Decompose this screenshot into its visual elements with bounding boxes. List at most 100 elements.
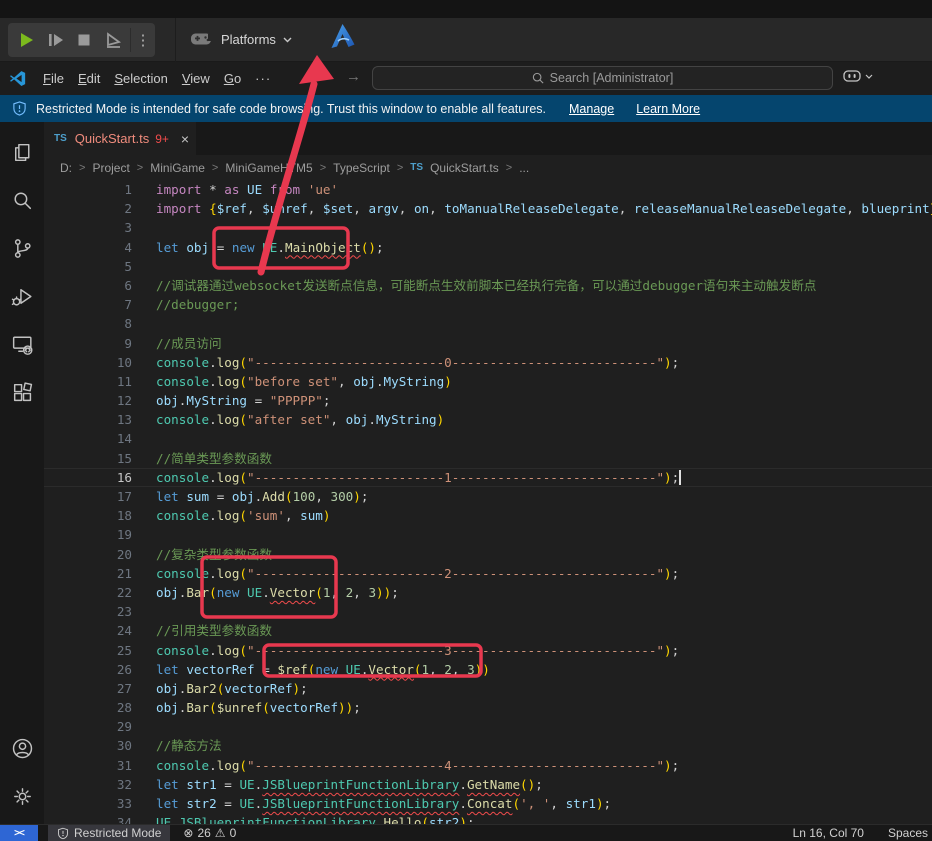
platforms-dropdown[interactable]: Platforms (190, 32, 292, 47)
code-line-30[interactable]: 30//静态方法 (44, 736, 932, 755)
menu-selection[interactable]: Selection (107, 68, 174, 89)
run-debug-icon[interactable] (0, 272, 44, 320)
code-line-12[interactable]: 12obj.MyString = "PPPPP"; (44, 391, 932, 410)
accounts-icon[interactable] (0, 724, 44, 772)
blue-a-app-logo-icon[interactable] (328, 21, 358, 58)
editor-zone: TS QuickStart.ts 9+ × D: > Project > MiniGam… (44, 122, 932, 824)
code-line-19[interactable]: 19 (44, 525, 932, 544)
tab-problems-badge: 9+ (155, 132, 169, 146)
restricted-mode-status[interactable]: Restricted Mode (48, 825, 170, 841)
code-line-5[interactable]: 5 (44, 257, 932, 276)
code-line-24[interactable]: 24//引用类型参数函数 (44, 621, 932, 640)
line-number: 17 (44, 487, 132, 506)
breadcrumb-item-quickstartts[interactable]: TSQuickStart.ts (410, 161, 498, 175)
play-icon (16, 30, 36, 50)
breadcrumb-item-[interactable]: ... (519, 161, 529, 175)
breadcrumb-item-d[interactable]: D: (60, 161, 72, 175)
code-line-8[interactable]: 8 (44, 314, 932, 333)
line-content: obj.Bar(new UE.Vector(1, 2, 3)); (132, 583, 399, 602)
play-button[interactable] (11, 25, 40, 55)
source-control-icon[interactable] (0, 224, 44, 272)
extensions-icon[interactable] (0, 368, 44, 416)
code-line-13[interactable]: 13console.log("after set", obj.MyString) (44, 410, 932, 429)
problems-status[interactable]: ⊗ 26 ⚠ 0 (174, 825, 245, 841)
remote-explorer-icon[interactable] (0, 320, 44, 368)
search-icon[interactable] (0, 176, 44, 224)
breadcrumb-separator: > (212, 162, 218, 174)
menu-more-button[interactable]: ··· (248, 68, 278, 89)
breadcrumb-item-minigame[interactable]: MiniGame (150, 161, 205, 175)
code-line-21[interactable]: 21console.log("-------------------------… (44, 564, 932, 583)
more-options-button[interactable]: ⋮ (134, 31, 152, 49)
line-number: 26 (44, 660, 132, 679)
cursor-position-status[interactable]: Ln 16, Col 70 (781, 826, 876, 840)
indentation-status[interactable]: Spaces (876, 826, 932, 840)
errors-icon: ⊗ (183, 826, 193, 840)
code-line-25[interactable]: 25console.log("-------------------------… (44, 641, 932, 660)
breadcrumb-separator: > (137, 162, 143, 174)
code-line-33[interactable]: 33let str2 = UE.JSBlueprintFunctionLibra… (44, 794, 932, 813)
editor[interactable]: 1import * as UE from 'ue'2import {$ref, … (44, 180, 932, 824)
line-number: 31 (44, 756, 132, 775)
warnings-count: 0 (230, 826, 237, 840)
code-line-32[interactable]: 32let str1 = UE.JSBlueprintFunctionLibra… (44, 775, 932, 794)
ts-file-icon: TS (54, 133, 67, 144)
menu-edit[interactable]: Edit (71, 68, 107, 89)
restricted-mode-label: Restricted Mode (74, 826, 161, 840)
frame-advance-button[interactable] (40, 25, 69, 55)
code-line-16[interactable]: 16console.log("-------------------------… (44, 468, 932, 487)
menu-bar-items: FileEditSelectionViewGo (36, 68, 248, 89)
breadcrumb-item-minigamehtm5[interactable]: MiniGameHTM5 (225, 161, 312, 175)
code-line-7[interactable]: 7//debugger; (44, 295, 932, 314)
line-number: 23 (44, 602, 132, 621)
code-line-22[interactable]: 22obj.Bar(new UE.Vector(1, 2, 3)); (44, 583, 932, 602)
manage-link[interactable]: Manage (569, 102, 614, 116)
breadcrumb-item-project[interactable]: Project (92, 161, 129, 175)
code-line-34[interactable]: 34UE.JSBlueprintFunctionLibrary.Hello(st… (44, 813, 932, 824)
code-line-17[interactable]: 17let sum = obj.Add(100, 300); (44, 487, 932, 506)
code-line-18[interactable]: 18console.log('sum', sum) (44, 506, 932, 525)
code-line-15[interactable]: 15//简单类型参数函数 (44, 449, 932, 468)
settings-icon[interactable] (0, 772, 44, 820)
learn-more-link[interactable]: Learn More (636, 102, 700, 116)
breadcrumb-item-typescript[interactable]: TypeScript (333, 161, 390, 175)
restricted-mode-banner: Restricted Mode is intended for safe cod… (0, 95, 932, 122)
line-number: 15 (44, 449, 132, 468)
code-line-14[interactable]: 14 (44, 429, 932, 448)
close-tab-button[interactable]: × (181, 131, 189, 147)
line-number: 1 (44, 180, 132, 199)
code-line-31[interactable]: 31console.log("-------------------------… (44, 756, 932, 775)
launch-button[interactable] (98, 25, 127, 55)
code-line-3[interactable]: 3 (44, 218, 932, 237)
code-line-11[interactable]: 11console.log("before set", obj.MyString… (44, 372, 932, 391)
line-content: //复杂类型参数函数 (132, 545, 272, 564)
stop-button[interactable] (69, 25, 98, 55)
code-line-26[interactable]: 26let vectorRef = $ref(new UE.Vector(1, … (44, 660, 932, 679)
navigate-back-button[interactable]: ← (318, 68, 333, 85)
navigate-forward-button[interactable]: → (346, 68, 361, 85)
code-line-23[interactable]: 23 (44, 602, 932, 621)
line-content: //静态方法 (132, 736, 222, 755)
code-line-27[interactable]: 27obj.Bar2(vectorRef); (44, 679, 932, 698)
copilot-menu-button[interactable] (843, 69, 873, 83)
line-content: console.log("before set", obj.MyString) (132, 372, 452, 391)
line-content: console.log("-------------------------3-… (132, 641, 679, 660)
line-content: obj.MyString = "PPPPP"; (132, 391, 330, 410)
code-line-28[interactable]: 28obj.Bar($unref(vectorRef)); (44, 698, 932, 717)
explorer-icon[interactable] (0, 128, 44, 176)
code-line-10[interactable]: 10console.log("-------------------------… (44, 353, 932, 372)
remote-indicator[interactable]: >< (0, 825, 38, 841)
code-line-2[interactable]: 2import {$ref, $unref, $set, argv, on, t… (44, 199, 932, 218)
tab-quickstart[interactable]: TS QuickStart.ts 9+ × (44, 122, 196, 155)
menu-go[interactable]: Go (217, 68, 248, 89)
code-line-6[interactable]: 6//调试器通过websocket发送断点信息，可能断点生效前脚本已经执行完备，… (44, 276, 932, 295)
code-line-4[interactable]: 4let obj = new UE.MainObject(); (44, 238, 932, 257)
code-line-9[interactable]: 9//成员访问 (44, 334, 932, 353)
code-line-20[interactable]: 20//复杂类型参数函数 (44, 545, 932, 564)
menu-file[interactable]: File (36, 68, 71, 89)
menu-view[interactable]: View (175, 68, 217, 89)
code-line-1[interactable]: 1import * as UE from 'ue' (44, 180, 932, 199)
search-input[interactable]: Search [Administrator] (372, 66, 833, 90)
code-line-29[interactable]: 29 (44, 717, 932, 736)
breadcrumb-separator: > (320, 162, 326, 174)
